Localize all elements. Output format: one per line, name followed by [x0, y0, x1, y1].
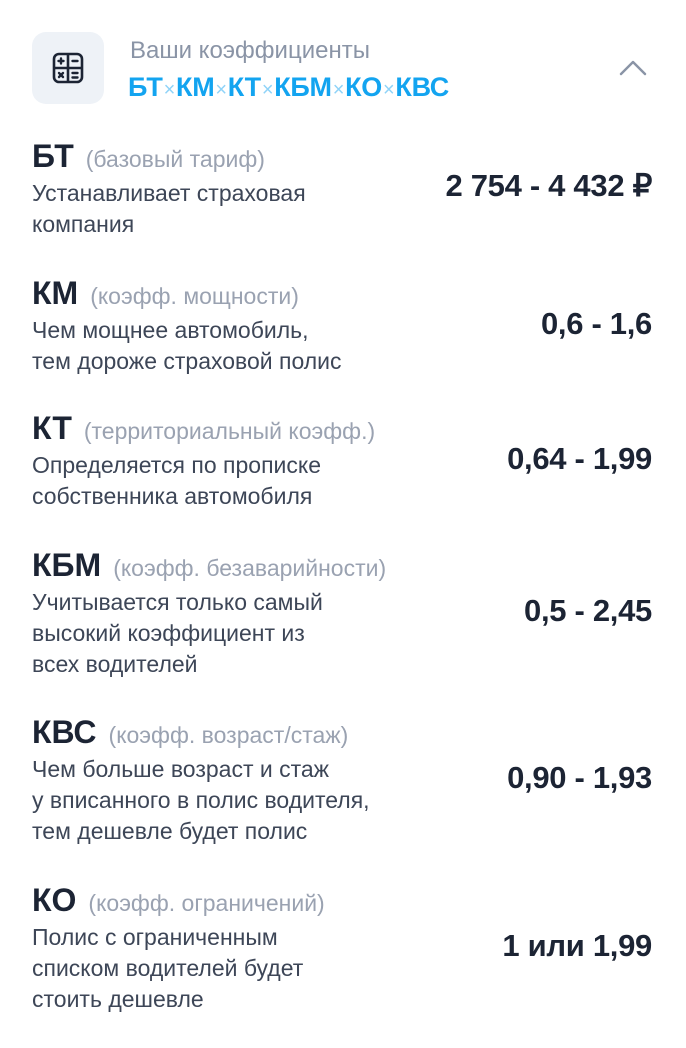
formula-separator: ×	[163, 79, 176, 101]
coefficient-abbr: КВС	[32, 714, 97, 750]
coefficient-description: Учитывается только самый высокий коэффиц…	[32, 589, 323, 677]
coefficient-value: 1 или 1,99	[502, 928, 652, 963]
coefficient-full-name: (базовый тариф)	[85, 146, 265, 172]
coefficient-description: Устанавливает страховая компания	[32, 180, 306, 237]
coefficient-full-name: (коэфф. безаварийности)	[113, 555, 387, 581]
coefficient-formula: БТ×КМ×КТ×КБМ×КО×КВС	[128, 70, 449, 107]
formula-separator: ×	[261, 79, 274, 101]
coefficient-full-name: (территориальный коэфф.)	[83, 418, 376, 444]
formula-separator: ×	[215, 79, 227, 101]
coefficient-abbr: КМ	[32, 275, 79, 311]
coefficient-kbm: КБМ (коэфф. безаварийности) Учитывается т…	[32, 545, 654, 680]
coefficient-kvs: КВС (коэфф. возраст/стаж) Чем больше возр…	[32, 712, 654, 847]
coefficient-abbr: КТ	[32, 410, 72, 446]
coefficient-full-name: (коэфф. мощности)	[90, 283, 299, 309]
formula-separator: ×	[383, 79, 395, 101]
coefficient-value: 0,64 - 1,99	[507, 441, 652, 476]
calculator-icon	[52, 52, 84, 84]
coefficient-description: Определяется по прописке собственника ав…	[32, 452, 321, 509]
coefficient-ko: КО (коэфф. ограничений) Полис с ограничен…	[32, 880, 654, 1015]
coefficient-abbr: КО	[32, 882, 77, 918]
chevron-up-icon	[619, 60, 647, 76]
coefficient-km: КМ (коэфф. мощности) Чем мощнее автомобил…	[32, 273, 654, 377]
coefficient-title: КО (коэфф. ограничений)	[32, 880, 654, 920]
coefficient-full-name: (коэфф. ограничений)	[88, 890, 325, 916]
coefficient-value: 0,90 - 1,93	[507, 760, 652, 795]
formula-separator: ×	[332, 79, 345, 101]
coefficient-title: КВС (коэфф. возраст/стаж)	[32, 712, 654, 752]
coefficient-value: 0,5 - 2,45	[524, 593, 652, 628]
formula-part-kt: КТ	[227, 72, 261, 102]
coefficients-header[interactable]: Ваши коэффициенты БТ×КМ×КТ×КБМ×КО×КВС	[32, 32, 654, 104]
coefficient-description: Чем больше возраст и стаж у вписанного в…	[32, 756, 370, 844]
formula-part-ko: КО	[345, 72, 382, 102]
coefficient-description: Полис с ограниченным списком водителей б…	[32, 924, 304, 1012]
formula-part-bt: БТ	[128, 72, 163, 102]
coefficient-abbr: КБМ	[32, 547, 102, 583]
coefficient-kt: КТ (территориальный коэфф.) Определяется …	[32, 408, 654, 512]
formula-part-kvs: КВС	[395, 72, 449, 102]
coefficient-full-name: (коэфф. возраст/стаж)	[108, 722, 349, 748]
formula-part-kbm: КБМ	[274, 72, 332, 102]
coefficient-bt: БТ (базовый тариф) Устанавливает страхова…	[32, 136, 654, 240]
coefficient-value: 0,6 - 1,6	[540, 306, 652, 341]
collapse-button[interactable]	[610, 46, 654, 90]
coefficient-description: Чем мощнее автомобиль, тем дороже страхо…	[32, 317, 342, 374]
coefficient-value: 2 754 - 4 432 ₽	[445, 168, 652, 203]
header-subtitle: Ваши коэффициенты	[130, 37, 370, 64]
calculator-icon-box	[32, 32, 104, 104]
formula-part-km: КМ	[176, 72, 215, 102]
coefficient-title: КБМ (коэфф. безаварийности)	[32, 545, 654, 585]
coefficient-abbr: БТ	[32, 138, 74, 174]
